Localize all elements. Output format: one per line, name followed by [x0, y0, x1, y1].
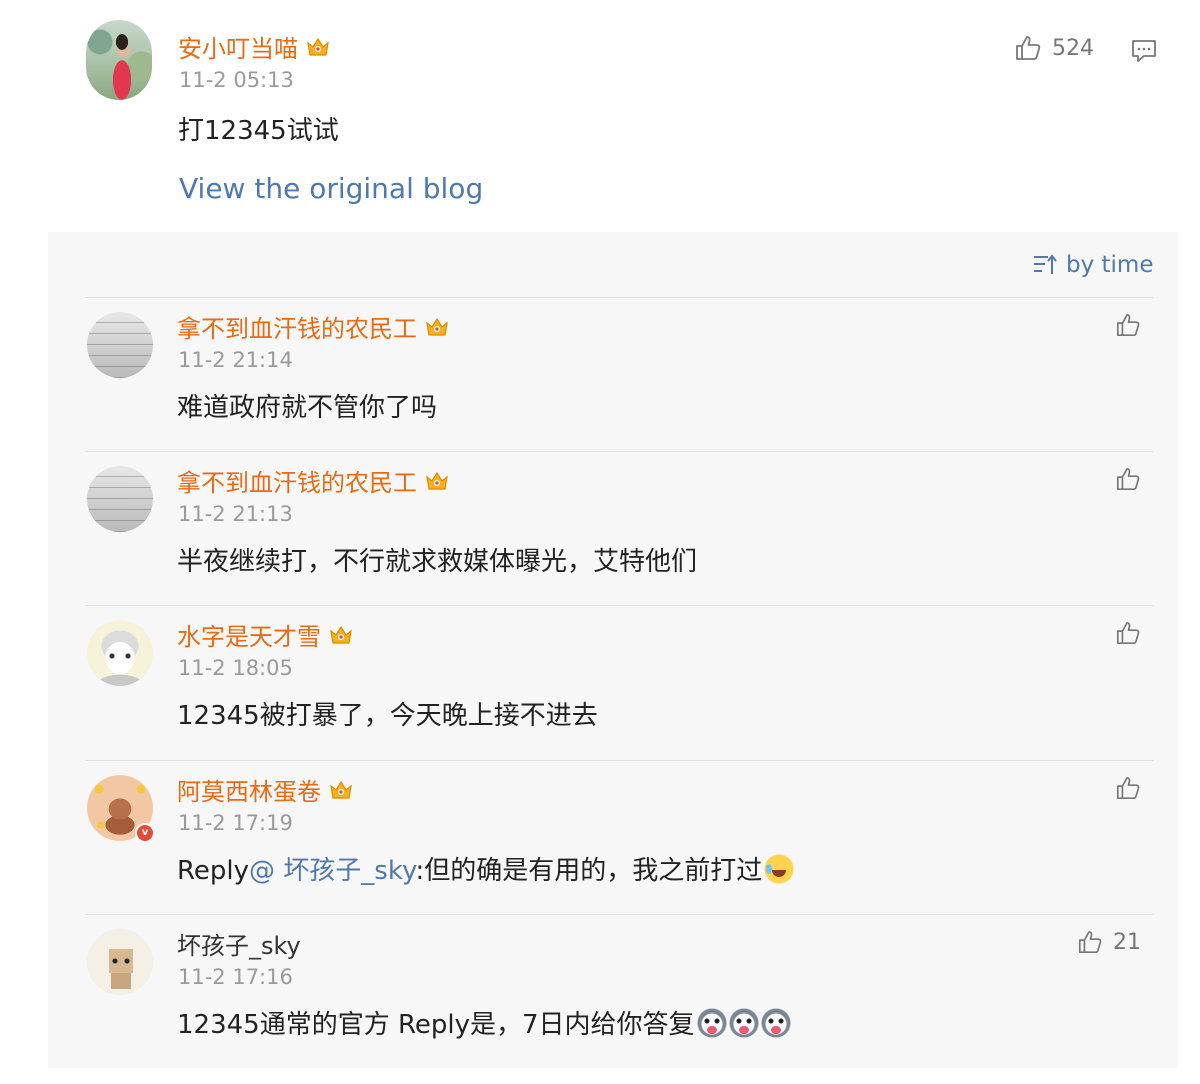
comment-content: 半夜继续打，不行就求救媒体曝光，艾特他们 [177, 547, 698, 577]
comment-timestamp: 11-2 17:16 [178, 965, 293, 989]
avatar[interactable] [86, 20, 152, 100]
comments-panel: by time 拿不到血汗钱的农民工 11-2 21:14 难道政府就不管你了吗… [48, 232, 1178, 1068]
comment-content: 12345被打暴了，今天晚上接不进去 [177, 701, 598, 731]
post-like-button[interactable]: 524 [1014, 34, 1094, 62]
comment-author-name[interactable]: 拿不到血汗钱的农民工 [177, 309, 417, 344]
avatar[interactable] [87, 929, 153, 995]
vip-crown-icon [329, 779, 353, 799]
comment-icon[interactable] [1130, 38, 1158, 64]
comment-content: 12345通常的官方 Reply是，7日内给你答复 [177, 1004, 791, 1041]
post-content: 打12345试试 [178, 116, 339, 146]
comment-text: 12345通常的官方 Reply是，7日内给你答复 [177, 1010, 695, 1040]
laugh-cry-emoji-icon [764, 854, 795, 884]
avatar[interactable] [87, 620, 153, 686]
post-author-name[interactable]: 安小叮当喵 [178, 29, 298, 64]
comment-author[interactable]: 水字是天才雪 [177, 617, 353, 652]
comment-item: 坏孩子_sky 11-2 17:16 12345通常的官方 Reply是，7日内… [85, 914, 1153, 1068]
comment-content: Reply@ 坏孩子_sky:但的确是有用的，我之前打过 [177, 850, 795, 887]
reply-text: :但的确是有用的，我之前打过 [415, 856, 763, 886]
comment-timestamp: 11-2 21:14 [178, 348, 293, 372]
thumbs-up-icon [1116, 467, 1140, 491]
husky-emoji-icon [696, 1008, 727, 1038]
comment-timestamp: 11-2 18:05 [178, 656, 293, 680]
weibo-comment-page: 安小叮当喵 11-2 05:13 打12345试试 View the origi… [0, 0, 1200, 1084]
comment-author-name[interactable]: 拿不到血汗钱的农民工 [177, 463, 417, 498]
comment-like-button[interactable]: 21 [1077, 929, 1141, 955]
comment-author[interactable]: 阿莫西林蛋卷 [177, 772, 353, 807]
husky-emoji-icon [728, 1008, 759, 1038]
vip-crown-icon [329, 624, 353, 644]
comment-author[interactable]: 拿不到血汗钱的农民工 [177, 309, 449, 344]
comment-item: 拿不到血汗钱的农民工 11-2 21:14 难道政府就不管你了吗 [85, 297, 1153, 451]
comment-author-name[interactable]: 阿莫西林蛋卷 [177, 772, 321, 807]
avatar[interactable] [87, 312, 153, 378]
vip-crown-icon [425, 470, 449, 490]
avatar[interactable] [87, 466, 153, 532]
comment-like-button[interactable] [1115, 312, 1141, 338]
thumbs-up-icon [1078, 930, 1102, 954]
vip-crown-icon [425, 316, 449, 336]
avatar[interactable]: v [87, 775, 155, 843]
comment-author[interactable]: 拿不到血汗钱的农民工 [177, 463, 449, 498]
comment-like-button[interactable] [1115, 775, 1141, 801]
thumbs-up-icon [1116, 313, 1140, 337]
sort-by-time-button[interactable]: by time [1032, 252, 1154, 278]
comment-like-count: 21 [1113, 929, 1141, 955]
vip-crown-icon [306, 36, 330, 56]
comment-author-name[interactable]: 坏孩子_sky [177, 926, 301, 961]
mention-link[interactable]: @ 坏孩子_sky [249, 856, 415, 886]
comment-timestamp: 11-2 21:13 [178, 502, 293, 526]
main-post: 安小叮当喵 11-2 05:13 打12345试试 View the origi… [0, 0, 1200, 232]
thumbs-up-icon [1016, 36, 1041, 60]
post-like-count: 524 [1052, 35, 1094, 61]
view-original-blog-link[interactable]: View the original blog [179, 172, 483, 205]
comment-author[interactable]: 坏孩子_sky [177, 926, 301, 961]
husky-emoji-icon [760, 1008, 791, 1038]
comment-like-button[interactable] [1115, 620, 1141, 646]
verified-badge-icon: v [135, 823, 155, 843]
sort-by-time-icon [1034, 254, 1057, 274]
comment-content: 难道政府就不管你了吗 [177, 393, 438, 423]
comment-item: 水字是天才雪 11-2 18:05 12345被打暴了，今天晚上接不进去 [85, 605, 1153, 759]
post-author[interactable]: 安小叮当喵 [178, 29, 330, 64]
thumbs-up-icon [1116, 621, 1140, 645]
comment-author-name[interactable]: 水字是天才雪 [177, 617, 321, 652]
sort-label: by time [1066, 252, 1154, 278]
comment-like-button[interactable] [1115, 466, 1141, 492]
comment-timestamp: 11-2 17:19 [178, 811, 293, 835]
comment-item: 拿不到血汗钱的农民工 11-2 21:13 半夜继续打，不行就求救媒体曝光，艾特… [85, 451, 1153, 605]
reply-prefix: Reply [177, 856, 250, 886]
comment-item: v 阿莫西林蛋卷 11-2 17:19 Reply@ 坏孩子_sky:但的确是有… [85, 760, 1153, 914]
post-timestamp: 11-2 05:13 [179, 68, 294, 92]
thumbs-up-icon [1116, 776, 1140, 800]
